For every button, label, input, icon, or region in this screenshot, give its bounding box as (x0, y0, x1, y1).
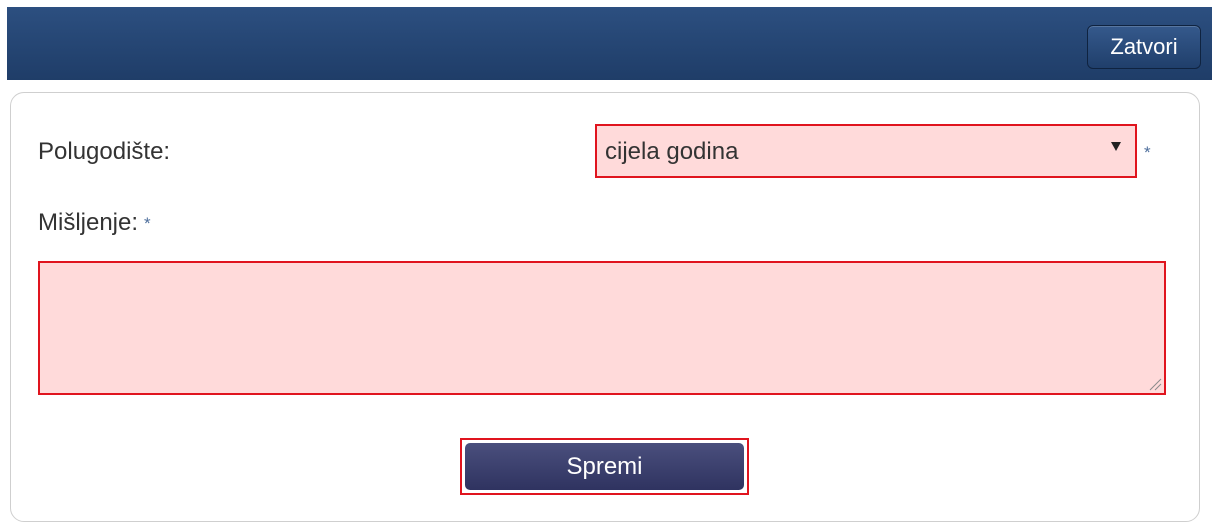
resize-grip-icon[interactable] (1148, 377, 1162, 391)
semester-select[interactable]: cijela godina (595, 124, 1137, 178)
save-button-label: Spremi (465, 443, 744, 490)
semester-label: Polugodište: (38, 138, 171, 165)
opinion-textarea[interactable] (38, 261, 1166, 395)
opinion-label: Mišljenje: (38, 209, 139, 236)
chevron-down-icon (1111, 142, 1121, 151)
semester-selected-value: cijela godina (605, 138, 739, 165)
close-button[interactable]: Zatvori (1087, 25, 1201, 69)
semester-required-icon: * (1144, 143, 1151, 162)
opinion-required-icon: * (144, 213, 151, 233)
header-bar: Zatvori (7, 7, 1212, 80)
opinion-label-row: Mišljenje: * (38, 208, 151, 239)
save-button[interactable]: Spremi (460, 438, 749, 495)
